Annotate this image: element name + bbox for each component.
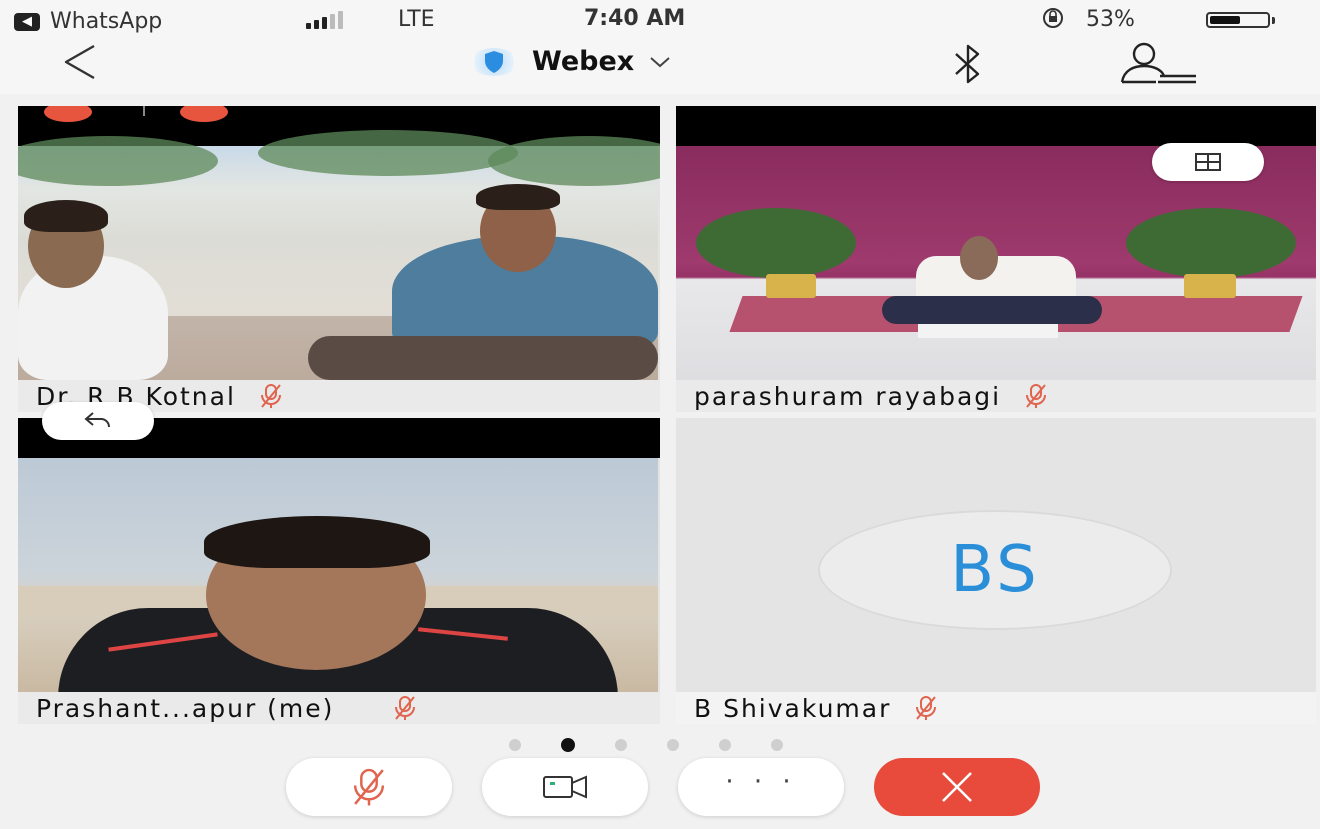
shield-icon (470, 47, 518, 76)
chevron-down-icon (650, 56, 670, 67)
battery-icon (1206, 12, 1270, 28)
video-camera-icon (543, 775, 587, 799)
participants-icon[interactable] (1118, 42, 1200, 86)
clock: 7:40 AM (584, 6, 686, 31)
page-dot[interactable] (719, 739, 731, 751)
video-tile[interactable]: Dr. R B Kotnal (18, 106, 660, 412)
participant-name-bar: B Shivakumar (676, 692, 1316, 724)
mic-muted-icon (916, 696, 937, 720)
rotation-lock-icon (1040, 7, 1066, 35)
page-indicator (0, 738, 1306, 752)
battery-tip (1272, 17, 1275, 24)
back-arrow-icon: ◀ (14, 12, 40, 31)
close-icon (942, 772, 972, 802)
bluetooth-icon[interactable] (950, 42, 986, 86)
participant-name-bar: parashuram rayabagi (676, 380, 1316, 412)
page-dot[interactable] (771, 739, 783, 751)
grid-layout-icon (1195, 153, 1221, 171)
mic-muted-icon (1026, 384, 1047, 408)
back-to-app-link[interactable]: ◀ WhatsApp (14, 9, 162, 34)
page-dot-active[interactable] (561, 738, 575, 752)
battery-percent: 53% (1086, 7, 1135, 32)
share-back-button[interactable] (42, 402, 154, 440)
more-icon: · · · (725, 767, 797, 797)
participant-name: B Shivakumar (694, 693, 892, 723)
video-feed (676, 146, 1316, 380)
return-arrow-icon (84, 412, 110, 428)
meeting-title-dropdown[interactable]: Webex (470, 46, 672, 77)
avatar: BS (818, 510, 1172, 630)
recording-badges (44, 106, 228, 122)
video-feed (18, 458, 658, 698)
mute-button[interactable] (286, 758, 452, 816)
back-app-label: WhatsApp (50, 9, 163, 34)
status-bar: ◀ WhatsApp LTE 7:40 AM 53% (0, 0, 1320, 34)
battery-level (1210, 16, 1240, 24)
more-button[interactable]: · · · (678, 758, 844, 816)
meeting-header: Webex (0, 34, 1320, 94)
video-button[interactable] (482, 758, 648, 816)
meeting-title: Webex (532, 46, 635, 77)
participant-name: parashuram rayabagi (694, 381, 1002, 411)
video-tile[interactable]: Prashant...apur (me) (18, 418, 660, 724)
page-dot[interactable] (615, 739, 627, 751)
end-call-button[interactable] (874, 758, 1040, 816)
video-feed (18, 130, 660, 380)
video-letterbox (676, 106, 1316, 146)
participant-name-bar: Prashant...apur (me) (18, 692, 660, 724)
layout-toggle-button[interactable] (1152, 143, 1264, 181)
page-dot[interactable] (667, 739, 679, 751)
network-type: LTE (398, 7, 435, 32)
participant-name: Prashant...apur (me) (36, 693, 335, 723)
signal-strength-icon (306, 11, 343, 29)
mic-muted-icon (353, 768, 385, 806)
mic-muted-icon (260, 384, 281, 408)
mic-muted-icon (395, 696, 416, 720)
page-dot[interactable] (509, 739, 521, 751)
chevron-left-icon[interactable] (58, 42, 102, 82)
